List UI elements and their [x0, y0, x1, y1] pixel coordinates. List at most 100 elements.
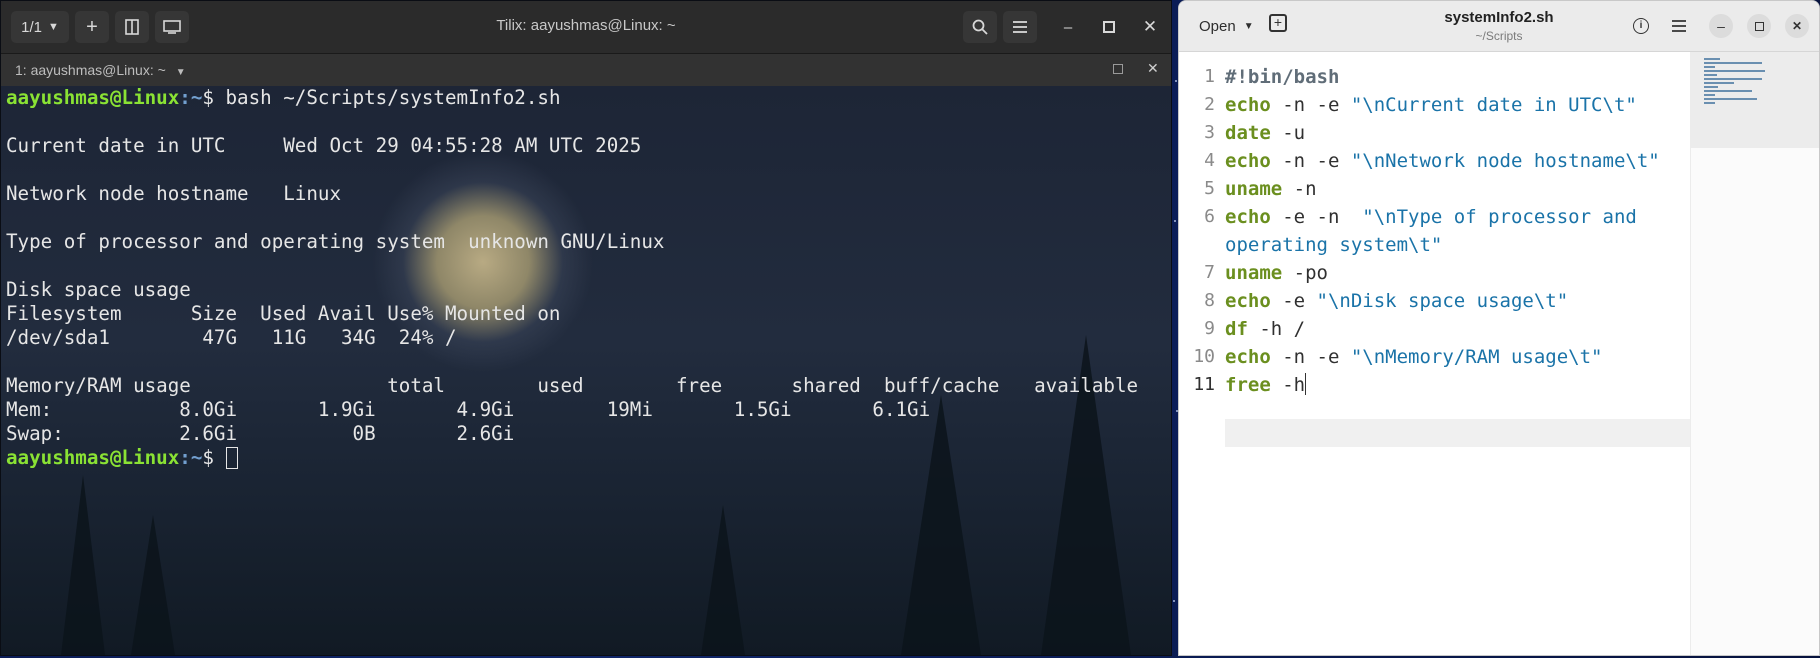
minimap-line: [1704, 90, 1752, 92]
terminal-output-line: Filesystem Size Used Avail Use% Mounted …: [6, 302, 561, 325]
menu-button[interactable]: [1003, 11, 1037, 43]
code-line: df -h /: [1225, 315, 1689, 343]
line-number: 1: [1204, 66, 1215, 87]
background-tree: [701, 505, 745, 655]
prompt-path: :~: [179, 86, 203, 109]
editor-maximize-button[interactable]: [1747, 14, 1771, 38]
code-token: -e: [1270, 290, 1317, 312]
terminal-output-line: Memory/RAM usage total used free shared …: [6, 374, 1139, 397]
line-number: 8: [1204, 290, 1215, 311]
maximize-button[interactable]: [1097, 15, 1121, 39]
code-token: -u: [1270, 122, 1306, 144]
minimize-icon: –: [1717, 18, 1725, 34]
terminal-window: 1/1 ▼ + Tilix: aayushmas@Linux: ~ – ✕ 1:…: [0, 0, 1172, 656]
code-token: "\nMemory/RAM usage\t": [1350, 346, 1603, 368]
text-editor-window: Open ▼ + systemInfo2.sh ~/Scripts i – ✕ …: [1178, 0, 1820, 656]
background-tree: [61, 475, 105, 655]
terminal-output-line: Network node hostname Linux: [6, 182, 342, 205]
code-token: -n -e: [1270, 150, 1351, 172]
minimap[interactable]: [1690, 52, 1819, 655]
code-token: df: [1225, 318, 1248, 340]
terminal-titlebar: 1/1 ▼ + Tilix: aayushmas@Linux: ~ – ✕: [1, 1, 1171, 54]
minimap-line: [1704, 62, 1762, 64]
code-line: #!bin/bash: [1225, 63, 1689, 91]
hamburger-menu-icon: [1672, 20, 1686, 32]
prompt-path: :~: [179, 446, 203, 469]
editor-minimize-button[interactable]: –: [1709, 14, 1733, 38]
code-line: free -h: [1225, 371, 1689, 399]
line-number: 5: [1204, 178, 1215, 199]
chevron-down-icon: ▼: [175, 67, 186, 78]
close-icon: ✕: [1791, 19, 1803, 33]
hamburger-menu-icon: [1013, 21, 1027, 33]
terminal-output-area[interactable]: aayushmas@Linux:~$ bash ~/Scripts/system…: [1, 86, 1171, 655]
terminal-output-line: Current date in UTC Wed Oct 29 04:55:28 …: [6, 134, 642, 157]
terminal-output-line: Type of processor and operating system u…: [6, 230, 665, 253]
editor-menu-button[interactable]: [1667, 14, 1691, 38]
prompt-symbol: $: [202, 446, 226, 469]
terminal-output-line: Disk space usage: [6, 278, 191, 301]
search-button[interactable]: [963, 11, 997, 43]
background-tree: [131, 515, 175, 655]
minimize-button[interactable]: –: [1056, 15, 1080, 39]
code-line: uname -n: [1225, 175, 1689, 203]
line-number: 3: [1204, 122, 1215, 143]
code-token: uname: [1225, 178, 1283, 200]
minimap-line: [1704, 58, 1720, 60]
code-token: -h: [1270, 374, 1306, 396]
terminal-output-line: Swap: 2.6Gi 0B 2.6Gi: [6, 422, 515, 445]
current-line-highlight: [1225, 419, 1737, 447]
terminal-cursor: [225, 447, 238, 469]
line-number: 9: [1204, 318, 1215, 339]
terminal-session-tab[interactable]: 1: aayushmas@Linux: ~ ▼ ✕: [1, 54, 1171, 86]
terminal-output-line: Mem: 8.0Gi 1.9Gi 4.9Gi 19Mi 1.5Gi 6.1Gi: [6, 398, 931, 421]
close-pane-icon[interactable]: ✕: [1147, 60, 1159, 77]
code-token: #!bin/bash: [1225, 66, 1340, 88]
prompt-user: aayushmas@Linux: [6, 86, 180, 109]
minimap-line: [1704, 66, 1716, 68]
code-token: -n -e: [1270, 94, 1351, 116]
close-button[interactable]: ✕: [1138, 15, 1162, 39]
close-icon: ✕: [1142, 17, 1158, 36]
maximize-pane-icon[interactable]: [1113, 64, 1123, 74]
code-area[interactable]: #!bin/bash echo -n -e "\nCurrent date in …: [1225, 52, 1737, 655]
command-output: Current date in UTC Wed Oct 29 04:55:28 …: [6, 134, 1138, 445]
minimap-line: [1704, 78, 1762, 80]
line-number: 6: [1204, 206, 1215, 227]
minimap-line: [1704, 102, 1716, 104]
code-line: date -u: [1225, 119, 1689, 147]
document-info-button[interactable]: i: [1629, 14, 1653, 38]
code-token: "\nType of processor and: [1362, 206, 1637, 228]
code-token: -n: [1282, 178, 1317, 200]
line-number: 10: [1193, 346, 1215, 367]
code-token: operating system\t": [1225, 234, 1443, 256]
document-title: systemInfo2.sh: [1444, 9, 1554, 26]
line-number: 7: [1204, 262, 1215, 283]
search-icon: [972, 19, 988, 35]
code-token: "\nCurrent date in UTC\t": [1350, 94, 1637, 116]
line-number-gutter: 1 2 3 4 5 6 7 8 9 10 11: [1179, 52, 1219, 655]
code-token: echo: [1225, 206, 1271, 228]
minimap-line: [1704, 98, 1757, 100]
code-token: -e -n: [1270, 206, 1363, 228]
code-token: date: [1225, 122, 1271, 144]
minimap-line: [1704, 70, 1765, 72]
prompt-symbol: $: [202, 86, 226, 109]
prompt-user: aayushmas@Linux: [6, 446, 180, 469]
code-token: uname: [1225, 262, 1283, 284]
code-token: echo: [1225, 290, 1271, 312]
line-number: 2: [1204, 94, 1215, 115]
code-line: operating system\t": [1225, 231, 1689, 259]
info-icon: i: [1633, 18, 1649, 34]
terminal-output-line: /dev/sda1 47G 11G 34G 24% /: [6, 326, 457, 349]
code-token: "\nNetwork node hostname\t": [1350, 150, 1660, 172]
editor-close-button[interactable]: ✕: [1785, 14, 1809, 38]
minimap-line: [1704, 86, 1719, 88]
text-caret: [1305, 373, 1307, 395]
code-token: -po: [1282, 262, 1328, 284]
code-token: echo: [1225, 94, 1271, 116]
code-token: echo: [1225, 346, 1271, 368]
terminal-text: aayushmas@Linux:~$ bash ~/Scripts/system…: [6, 86, 1138, 470]
code-token: "\nDisk space usage\t": [1316, 290, 1569, 312]
minimap-line: [1704, 74, 1717, 76]
